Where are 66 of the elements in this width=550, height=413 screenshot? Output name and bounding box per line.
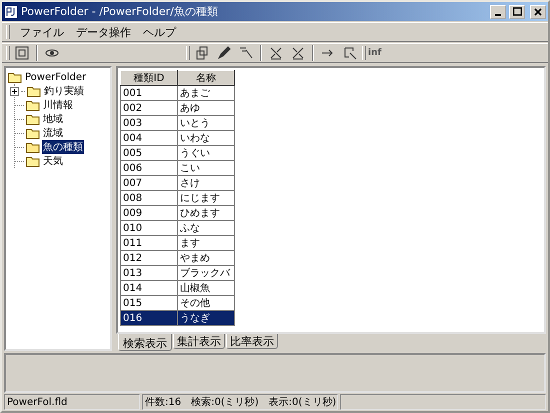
table-cell[interactable]: 004 xyxy=(120,130,178,146)
table-cell[interactable]: うぐい xyxy=(178,146,234,160)
tab[interactable]: 集計表示 xyxy=(173,334,225,349)
column-header[interactable]: 種類ID xyxy=(120,70,178,86)
table-cell[interactable]: 016 xyxy=(120,310,178,326)
app-logo-icon xyxy=(4,4,18,18)
tree-item[interactable]: 魚の種類 xyxy=(42,140,84,154)
menu-item[interactable]: ヘルプ xyxy=(141,24,178,40)
table-cell[interactable]: 014 xyxy=(120,280,178,296)
folder-icon xyxy=(26,128,40,138)
table-cell[interactable]: あまご xyxy=(178,86,234,100)
tree-item[interactable]: 釣り実績 xyxy=(43,84,85,98)
table-cell[interactable]: 007 xyxy=(120,176,178,190)
table-cell[interactable]: 010 xyxy=(120,220,178,236)
table-cell[interactable]: 005 xyxy=(120,146,178,160)
tree-item[interactable]: PowerFolder xyxy=(24,72,88,82)
table-cell[interactable]: ひめます xyxy=(178,206,234,220)
table-cell[interactable]: 山椒魚 xyxy=(178,280,234,296)
table-cell[interactable]: 006 xyxy=(120,160,178,176)
table-cell[interactable]: 013 xyxy=(120,266,178,280)
table-cell[interactable]: ブラックバ xyxy=(178,266,234,280)
info-label[interactable]: inf xyxy=(368,48,382,58)
table-cell[interactable]: 003 xyxy=(120,116,178,130)
table-cell[interactable]: 012 xyxy=(120,250,178,266)
table-cell[interactable]: 011 xyxy=(120,236,178,250)
menu-item[interactable]: データ操作 xyxy=(74,24,133,40)
expand-icon[interactable] xyxy=(10,86,19,96)
table-cell[interactable]: 008 xyxy=(120,190,178,206)
table-cell[interactable]: 015 xyxy=(120,296,178,310)
table-cell[interactable]: ます xyxy=(178,236,234,250)
tree-item[interactable]: 川情報 xyxy=(42,98,74,112)
minimize-icon xyxy=(495,14,501,16)
folder-icon xyxy=(8,72,22,82)
tab[interactable]: 比率表示 xyxy=(226,334,278,349)
menu-item[interactable]: ファイル xyxy=(18,24,66,40)
table-cell[interactable]: あゆ xyxy=(178,100,234,116)
table-cell[interactable]: いわな xyxy=(178,130,234,146)
folder-icon xyxy=(26,114,40,124)
folder-icon xyxy=(26,142,40,152)
tab[interactable]: 検索表示 xyxy=(118,334,172,351)
table-cell[interactable]: うなぎ xyxy=(178,310,234,326)
table-cell[interactable]: いとう xyxy=(178,116,234,130)
tree-item[interactable]: 流域 xyxy=(42,126,64,140)
table-cell[interactable]: 001 xyxy=(120,86,178,100)
table-cell[interactable]: こい xyxy=(178,160,234,176)
folder-icon xyxy=(26,100,40,110)
folder-icon xyxy=(27,86,41,96)
tree-item[interactable]: 天気 xyxy=(42,154,64,168)
table-cell[interactable]: ふな xyxy=(178,220,234,236)
table-cell[interactable]: さけ xyxy=(178,176,234,190)
status-text: PowerFol.fld xyxy=(4,394,140,410)
table-cell[interactable]: 009 xyxy=(120,206,178,220)
column-header[interactable]: 名称 xyxy=(178,70,234,86)
table-cell[interactable]: 002 xyxy=(120,100,178,116)
maximize-button[interactable] xyxy=(509,4,525,18)
close-icon xyxy=(534,8,542,16)
minimize-button[interactable] xyxy=(490,4,506,18)
table-cell[interactable]: やまめ xyxy=(178,250,234,266)
folder-icon xyxy=(26,156,40,166)
close-button[interactable] xyxy=(530,4,546,18)
tree-item[interactable]: 地域 xyxy=(42,112,64,126)
window-title: PowerFolder - /PowerFolder/魚の種類 xyxy=(21,4,219,19)
table-cell[interactable]: その他 xyxy=(178,296,234,310)
status-text: 件数:16 検索:0(ミリ秒) 表示:0(ミリ秒) xyxy=(142,394,338,410)
maximize-icon xyxy=(512,7,522,16)
table-cell[interactable]: にじます xyxy=(178,190,234,206)
